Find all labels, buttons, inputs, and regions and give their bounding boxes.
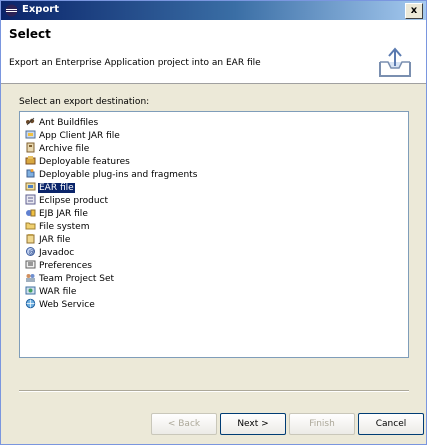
list-item-eclipse-product[interactable]: Eclipse product [20, 194, 109, 207]
list-item-deployable-plug-ins-and-fragments[interactable]: Deployable plug-ins and fragments [20, 168, 198, 181]
destination-label: Select an export destination: [19, 97, 150, 107]
folder-icon [25, 220, 36, 231]
archive-icon [25, 142, 36, 153]
list-item-label: EAR file [38, 183, 75, 193]
list-item-javadoc[interactable]: @ Javadoc [20, 246, 75, 259]
list-item-web-service[interactable]: Web Service [20, 298, 96, 311]
wizard-body: Select an export destination: Ant Buildf… [1, 84, 426, 444]
list-item-file-system[interactable]: File system [20, 220, 90, 233]
team-icon [25, 272, 36, 283]
list-item-label: App Client JAR file [39, 131, 120, 141]
wizard-header: Select Export an Enterprise Application … [1, 20, 426, 84]
page-title: Select [9, 27, 51, 41]
svg-text:@: @ [29, 249, 35, 256]
list-item-war-file[interactable]: WAR file [20, 285, 77, 298]
export-wizard-icon [379, 47, 411, 77]
preferences-icon [25, 259, 36, 270]
web-service-icon [25, 298, 36, 309]
list-item-app-client-jar-file[interactable]: App Client JAR file [20, 129, 121, 142]
ant-icon [25, 116, 36, 127]
list-item-preferences[interactable]: Preferences [20, 259, 93, 272]
eclipse-product-icon [25, 194, 36, 205]
cancel-button[interactable]: Cancel [358, 413, 424, 435]
list-item-label: Archive file [39, 144, 90, 154]
page-description: Export an Enterprise Application project… [9, 58, 261, 68]
export-dialog: Export x Select Export an Enterprise App… [0, 0, 427, 445]
list-item-label: Ant Buildfiles [39, 118, 99, 128]
feature-icon [25, 155, 36, 166]
javadoc-icon: @ [25, 246, 36, 257]
ear-icon [25, 181, 36, 192]
list-item-archive-file[interactable]: Archive file [20, 142, 90, 155]
next-button[interactable]: Next > [220, 413, 286, 435]
ejb-jar-icon [25, 207, 36, 218]
finish-button[interactable]: Finish [289, 413, 355, 435]
app-client-jar-icon [25, 129, 36, 140]
list-item-label: Preferences [39, 261, 92, 271]
window-title: Export [22, 4, 60, 15]
list-item-ejb-jar-file[interactable]: EJB JAR file [20, 207, 89, 220]
list-item-deployable-features[interactable]: Deployable features [20, 155, 131, 168]
close-button[interactable]: x [405, 3, 423, 19]
plugin-icon [25, 168, 36, 179]
war-icon [25, 285, 36, 296]
list-item-label: Deployable features [39, 157, 130, 167]
list-item-ear-file[interactable]: EAR file [20, 181, 75, 194]
list-item-label: EJB JAR file [39, 209, 88, 219]
list-item-label: File system [39, 222, 90, 232]
back-button[interactable]: < Back [151, 413, 217, 435]
list-item-label: Team Project Set [39, 274, 115, 284]
destination-list[interactable]: Ant Buildfiles App Client JAR file Archive… [19, 111, 409, 358]
title-bar[interactable]: Export x [1, 1, 426, 20]
list-item-ant-buildfiles[interactable]: Ant Buildfiles [20, 116, 99, 129]
list-item-label: Eclipse product [39, 196, 109, 206]
list-item-team-project-set[interactable]: Team Project Set [20, 272, 115, 285]
list-item-label: Deployable plug-ins and fragments [39, 170, 198, 180]
list-item-jar-file[interactable]: JAR file [20, 233, 71, 246]
list-item-label: JAR file [39, 235, 71, 245]
list-item-label: WAR file [39, 287, 77, 297]
button-separator [19, 390, 409, 392]
jar-icon [25, 233, 36, 244]
eclipse-icon [5, 4, 18, 17]
list-item-label: Web Service [39, 300, 95, 310]
list-item-label: Javadoc [39, 248, 75, 258]
